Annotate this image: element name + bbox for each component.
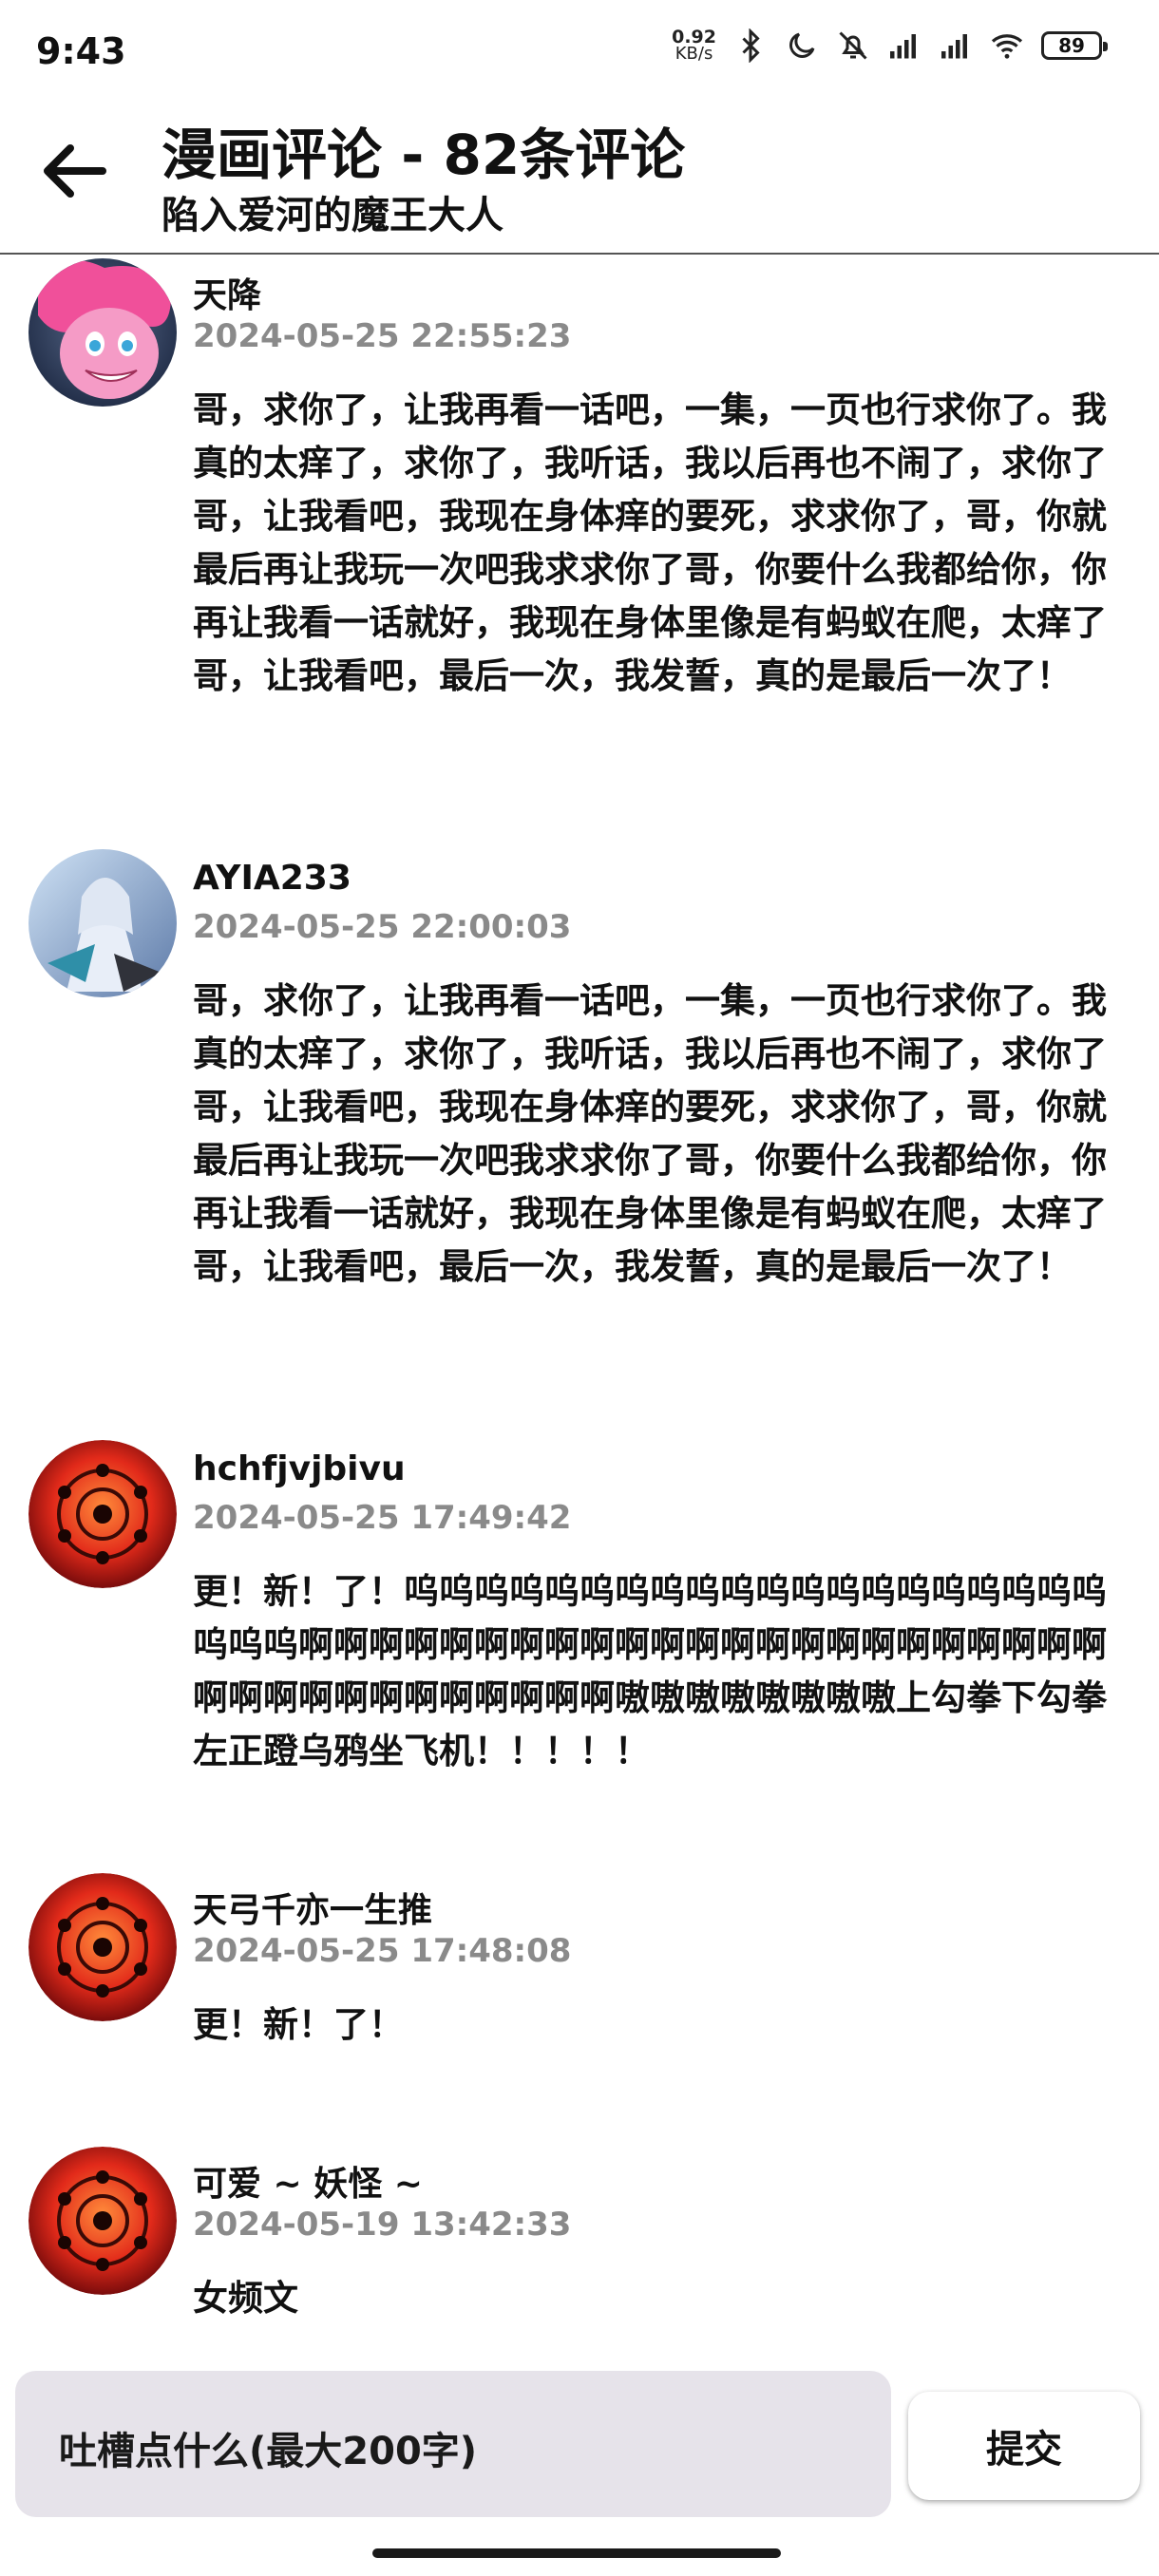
- page-subtitle: 陷入爱河的魔王大人: [162, 194, 504, 237]
- comment-date: 2024-05-25 17:48:08: [193, 1932, 572, 1970]
- comment-username[interactable]: AYIA233: [193, 859, 352, 898]
- app-header: 漫画评论 - 82条评论 陷入爱河的魔王大人: [0, 104, 1159, 255]
- avatar[interactable]: [28, 2147, 177, 2295]
- comment-date: 2024-05-19 13:42:33: [193, 2206, 572, 2244]
- avatar[interactable]: [28, 849, 177, 997]
- sharingan-avatar-icon: [28, 1440, 177, 1588]
- comment-text: 哥，求你了，让我再看一话吧，一集，一页也行求你了。我真的太痒了，求你了，我听话，…: [193, 980, 1107, 1287]
- anime-girl-avatar-icon: [28, 849, 177, 997]
- submit-button[interactable]: 提交: [908, 2392, 1140, 2500]
- comment-list[interactable]: 天降 2024-05-25 22:55:23 哥，求你了，让我再看一话吧，一集，…: [0, 255, 1159, 2363]
- comment-text: 女频文: [193, 2278, 298, 2319]
- avatar[interactable]: [28, 1440, 177, 1588]
- back-arrow-icon[interactable]: [36, 133, 112, 209]
- page-title: 漫画评论 - 82条评论: [162, 123, 686, 187]
- sharingan-avatar-icon: [28, 1873, 177, 2021]
- comment-username[interactable]: 可爱 ~ 妖怪 ~: [193, 2156, 423, 2206]
- sharingan-avatar-icon: [28, 2147, 177, 2295]
- comment-username[interactable]: hchfjvjbivu: [193, 1449, 406, 1488]
- do-not-disturb-moon-icon: [789, 32, 815, 58]
- network-speed: 0.92 KB/s: [672, 28, 716, 63]
- status-time: 9:43: [36, 30, 126, 72]
- comment-text: 哥，求你了，让我再看一话吧，一集，一页也行求你了。我真的太痒了，求你了，我听话，…: [193, 389, 1107, 696]
- battery-indicator: 89: [1041, 31, 1108, 60]
- bluetooth-icon: [742, 28, 760, 63]
- avatar[interactable]: [28, 258, 177, 407]
- comment-date: 2024-05-25 17:49:42: [193, 1499, 572, 1537]
- comment-input-placeholder: 吐槽点什么(最大200字): [59, 2430, 478, 2473]
- network-speed-unit: KB/s: [674, 44, 713, 64]
- pink-pony-avatar-icon: [28, 258, 177, 407]
- gesture-navigation-bar[interactable]: [372, 2548, 781, 2558]
- status-icons: 0.92 KB/s 89: [672, 28, 1108, 63]
- comment-text: 更！新！了！: [193, 2004, 404, 2045]
- comment-text: 更！新！了！呜呜呜呜呜呜呜呜呜呜呜呜呜呜呜呜呜呜呜呜呜呜呜啊啊啊啊啊啊啊啊啊啊啊…: [193, 1571, 1107, 1771]
- signal-icon-1: [890, 34, 916, 59]
- comment-date: 2024-05-25 22:00:03: [193, 908, 572, 946]
- avatar[interactable]: [28, 1873, 177, 2021]
- comment-date: 2024-05-25 22:55:23: [193, 317, 572, 355]
- mute-bell-icon: [839, 31, 867, 60]
- wifi-icon: [991, 34, 1023, 59]
- signal-icon-2: [941, 34, 967, 59]
- status-bar: 9:43 0.92 KB/s 89: [0, 0, 1159, 104]
- comment-username[interactable]: 天弓千亦一生推: [193, 1883, 432, 1932]
- comment-username[interactable]: 天降: [193, 268, 261, 317]
- comment-input-field[interactable]: 吐槽点什么(最大200字): [15, 2371, 891, 2517]
